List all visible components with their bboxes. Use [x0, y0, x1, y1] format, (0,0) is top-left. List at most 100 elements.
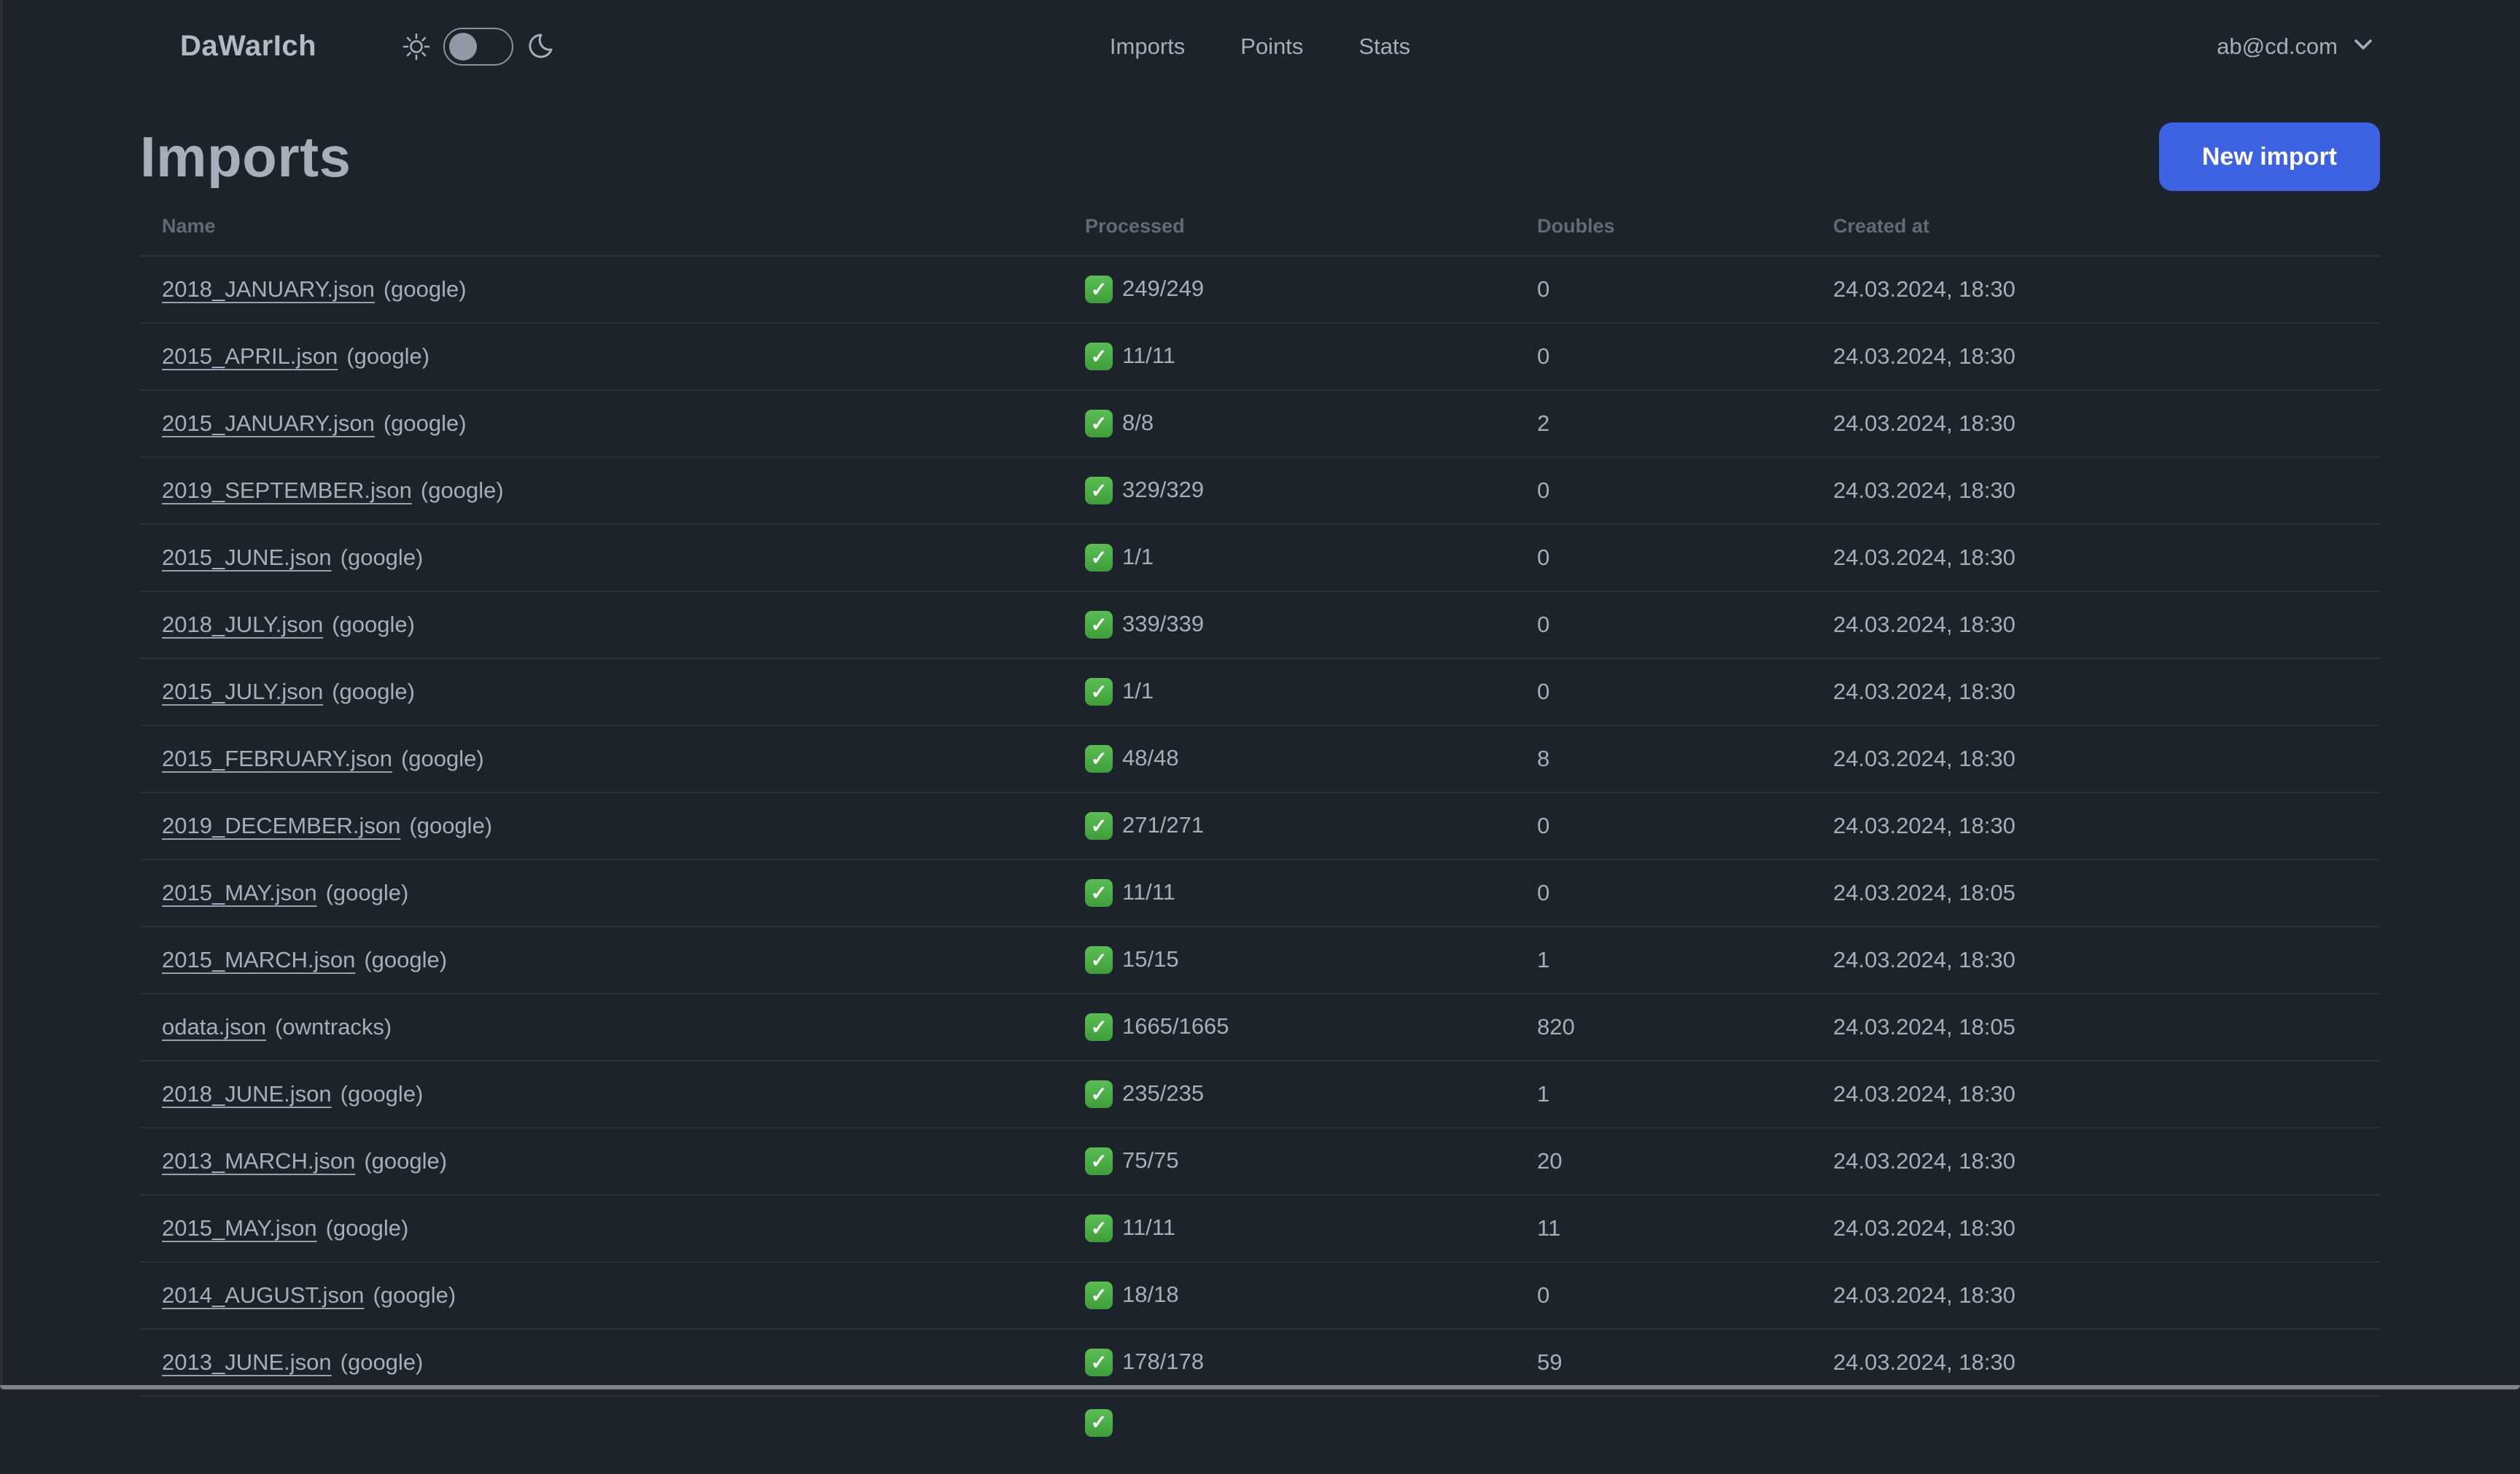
import-source: (google): [340, 1349, 424, 1375]
doubles-count: 11: [1537, 1215, 1561, 1241]
check-icon: [1085, 276, 1113, 304]
import-source: (owntracks): [275, 1014, 392, 1040]
cell-name: 2015_MAY.json (google): [140, 1194, 1063, 1262]
cell-name: 2015_FEBRUARY.json (google): [140, 725, 1063, 792]
doubles-count: 0: [1537, 545, 1550, 570]
import-file-link[interactable]: 2013_MARCH.json: [162, 1148, 355, 1174]
table-row: 2015_JUNE.json (google) 1/1 0 24.03.2024,…: [140, 523, 2380, 591]
processed-count: 271/271: [1122, 811, 1205, 838]
app-logo[interactable]: DaWarIch: [180, 30, 316, 63]
check-icon: [1085, 879, 1113, 908]
cell-name: 2015_JUNE.json (google): [140, 523, 1063, 591]
check-icon: [1085, 812, 1113, 841]
cell-created-at: 24.03.2024, 18:30: [1811, 389, 2380, 457]
created-at-value: 24.03.2024, 18:30: [1833, 1148, 2015, 1174]
doubles-count: 0: [1537, 880, 1550, 905]
cell-name: [140, 1395, 1063, 1474]
check-icon: [1085, 477, 1113, 505]
theme-toggle[interactable]: [443, 27, 514, 66]
cell-processed: 249/249: [1063, 255, 1515, 323]
check-icon: [1085, 1080, 1113, 1109]
created-at-value: 24.03.2024, 18:30: [1833, 1215, 2015, 1241]
processed-count: 1/1: [1122, 677, 1154, 703]
processed-count: 18/18: [1122, 1281, 1179, 1307]
import-file-link[interactable]: 2018_JANUARY.json: [162, 276, 375, 302]
import-file-link[interactable]: 2015_JULY.json: [162, 679, 323, 704]
table-row: 2019_SEPTEMBER.json (google) 329/329 0 24…: [140, 456, 2380, 524]
cell-name: 2019_DECEMBER.json (google): [140, 792, 1063, 859]
new-import-button[interactable]: New import: [2158, 122, 2380, 191]
processed-count: 11/11: [1122, 1214, 1175, 1240]
processed-count: 178/178: [1122, 1348, 1205, 1374]
cell-created-at: 24.03.2024, 18:30: [1811, 322, 2380, 390]
main-nav: Imports Points Stats: [1110, 0, 1410, 93]
created-at-value: 24.03.2024, 18:30: [1833, 343, 2015, 369]
import-source: (google): [383, 410, 467, 436]
processed-count: 75/75: [1122, 1147, 1179, 1173]
cell-doubles: 20: [1515, 1127, 1811, 1195]
created-at-value: 24.03.2024, 18:05: [1833, 1014, 2015, 1040]
chevron-down-icon: [2352, 37, 2374, 55]
doubles-count: 0: [1537, 679, 1550, 704]
doubles-count: 20: [1537, 1148, 1563, 1174]
import-file-link[interactable]: 2015_MAY.json: [162, 880, 317, 905]
import-file-link[interactable]: 2015_FEBRUARY.json: [162, 746, 392, 771]
import-file-link[interactable]: odata.json: [162, 1014, 266, 1040]
processed-count: 8/8: [1122, 409, 1154, 435]
processed-count: 1665/1665: [1122, 1013, 1229, 1039]
nav-link-points[interactable]: Points: [1240, 34, 1303, 60]
processed-count: 11/11: [1122, 878, 1175, 905]
cell-processed: 271/271: [1063, 792, 1515, 859]
processed-count: 329/329: [1122, 476, 1205, 502]
doubles-count: 0: [1537, 477, 1550, 503]
cell-created-at: 24.03.2024, 18:30: [1811, 255, 2380, 323]
user-menu[interactable]: ab@cd.com: [2217, 34, 2374, 60]
import-file-link[interactable]: 2018_JUNE.json: [162, 1081, 332, 1107]
doubles-count: 2: [1537, 410, 1550, 436]
cell-processed: 11/11: [1063, 322, 1515, 390]
import-file-link[interactable]: 2015_JUNE.json: [162, 545, 332, 570]
table-row: 2015_MAY.json (google) 11/11 11 24.03.202…: [140, 1194, 2380, 1262]
import-file-link[interactable]: 2019_SEPTEMBER.json: [162, 477, 412, 503]
nav-link-stats[interactable]: Stats: [1358, 34, 1410, 60]
page-header: Imports New import: [140, 120, 2380, 193]
table-row: 2015_FEBRUARY.json (google) 48/48 8 24.03…: [140, 725, 2380, 792]
import-file-link[interactable]: 2014_AUGUST.json: [162, 1282, 364, 1308]
doubles-count: 0: [1537, 612, 1550, 637]
import-file-link[interactable]: 2015_APRIL.json: [162, 343, 338, 369]
created-at-value: 24.03.2024, 18:30: [1833, 679, 2015, 704]
table-row: 2018_JUNE.json (google) 235/235 1 24.03.2…: [140, 1060, 2380, 1128]
table-row: 2015_MARCH.json (google) 15/15 1 24.03.20…: [140, 926, 2380, 994]
import-source: (google): [332, 612, 415, 637]
import-file-link[interactable]: 2015_MAY.json: [162, 1215, 317, 1241]
table-row: 2014_AUGUST.json (google) 18/18 0 24.03.2…: [140, 1261, 2380, 1329]
created-at-value: 24.03.2024, 18:30: [1833, 947, 2015, 972]
import-file-link[interactable]: 2019_DECEMBER.json: [162, 813, 400, 838]
cell-created-at: 24.03.2024, 18:30: [1811, 1261, 2380, 1329]
cell-processed: 329/329: [1063, 456, 1515, 524]
cell-processed: 15/15: [1063, 926, 1515, 994]
user-email: ab@cd.com: [2217, 33, 2338, 59]
import-source: (google): [340, 1081, 424, 1107]
check-icon: [1085, 1147, 1113, 1176]
import-file-link[interactable]: 2015_JANUARY.json: [162, 410, 375, 436]
created-at-value: 24.03.2024, 18:30: [1833, 746, 2015, 771]
column-header-name: Name: [162, 215, 216, 237]
cell-created-at: 24.03.2024, 18:30: [1811, 1194, 2380, 1262]
imports-table: Name Processed Doubles Created at 2018_J…: [140, 193, 2380, 1474]
table-row: 2015_APRIL.json (google) 11/11 0 24.03.20…: [140, 322, 2380, 390]
import-file-link[interactable]: 2013_JUNE.json: [162, 1349, 332, 1375]
window-left-edge: [0, 0, 3, 1389]
import-file-link[interactable]: 2018_JULY.json: [162, 612, 323, 637]
processed-count: 249/249: [1122, 275, 1205, 301]
cell-processed: 8/8: [1063, 389, 1515, 457]
check-icon: [1085, 946, 1113, 975]
cell-doubles: 820: [1515, 993, 1811, 1061]
cell-created-at: 24.03.2024, 18:30: [1811, 590, 2380, 658]
check-icon: [1085, 410, 1113, 438]
cell-name: 2015_JULY.json (google): [140, 658, 1063, 725]
import-file-link[interactable]: 2015_MARCH.json: [162, 947, 355, 972]
cell-created-at: 24.03.2024, 18:30: [1811, 926, 2380, 994]
cell-doubles: 0: [1515, 255, 1811, 323]
nav-link-imports[interactable]: Imports: [1110, 34, 1185, 60]
